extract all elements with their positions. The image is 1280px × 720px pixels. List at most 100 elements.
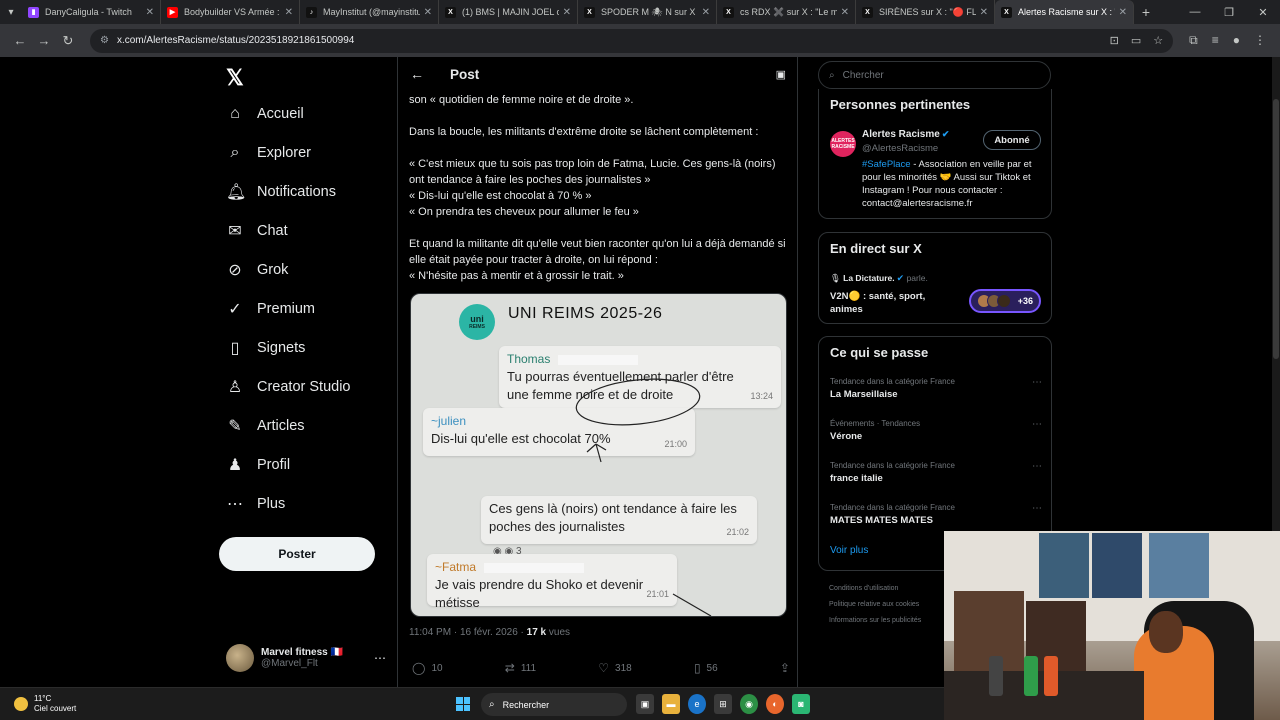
browser-tab[interactable]: ▶ Bodybuilder VS Armée : q ✕ bbox=[161, 0, 300, 24]
reload-icon[interactable]: ↻ bbox=[56, 33, 80, 49]
bookmark-button[interactable]: ▯ 56 bbox=[694, 661, 718, 675]
forward-icon[interactable]: → bbox=[32, 33, 56, 48]
media-icon[interactable]: ≡ bbox=[1212, 33, 1219, 48]
browser-tab-active[interactable]: X Alertes Racisme sur X : " ✕ bbox=[995, 0, 1134, 24]
profile-icon[interactable]: ● bbox=[1233, 33, 1240, 48]
tab-title: Alertes Racisme sur X : " bbox=[1018, 7, 1115, 17]
store-icon[interactable]: ⊞ bbox=[714, 694, 732, 714]
home-icon: ⌂ bbox=[230, 105, 240, 122]
x-logo-icon[interactable]: 𝕏 bbox=[226, 65, 244, 91]
address-bar[interactable]: ⚙ x.com/AlertesRacisme/status/2023518921… bbox=[90, 28, 1174, 53]
close-icon[interactable]: ✕ bbox=[563, 7, 571, 18]
app-icon[interactable]: ◙ bbox=[792, 694, 810, 714]
browser-tab[interactable]: ♪ MayInstitut (@mayinstitu ✕ bbox=[300, 0, 439, 24]
close-icon[interactable]: ✕ bbox=[1119, 7, 1127, 18]
trend-item[interactable]: Tendance dans la catégorie France MATES M… bbox=[830, 503, 1042, 526]
bookmark-icon: ▯ bbox=[230, 340, 240, 357]
nav-item-notifications[interactable]: 🔔︎ Notifications bbox=[226, 177, 336, 207]
firefox-icon[interactable]: ◐ bbox=[766, 694, 784, 714]
close-icon[interactable]: ✕ bbox=[146, 7, 154, 18]
back-arrow-icon[interactable]: ← bbox=[410, 66, 424, 82]
reply-button[interactable]: ◯ 10 bbox=[412, 661, 443, 675]
new-tab-icon[interactable]: + bbox=[1134, 0, 1158, 24]
post-image[interactable]: uni REIMS UNI REIMS 2025-26 Thomas Tu pou… bbox=[410, 293, 787, 617]
avatar[interactable]: ALERTES RACISME bbox=[830, 131, 856, 157]
account-switcher[interactable]: Marvel fitness 🇫🇷 @Marvel_Flt ⋯ bbox=[226, 641, 386, 675]
chrome-icon[interactable]: ◉ bbox=[740, 694, 758, 714]
close-icon[interactable]: ✕ bbox=[980, 7, 988, 18]
listeners-badge[interactable]: +36 bbox=[969, 289, 1041, 313]
site-info-icon[interactable]: ⚙ bbox=[100, 35, 109, 46]
nav-item-home[interactable]: ⌂ Accueil bbox=[226, 99, 304, 129]
windows-start-icon[interactable] bbox=[456, 697, 470, 711]
space-title[interactable]: V2N🟡 : santé, sport, animes bbox=[830, 290, 960, 316]
nav-item-premium[interactable]: ✓ Premium bbox=[226, 294, 315, 324]
nav-item-more[interactable]: ⋯ Plus bbox=[226, 489, 285, 519]
scrollbar-thumb[interactable] bbox=[1273, 99, 1279, 359]
following-button[interactable]: Abonné bbox=[983, 130, 1041, 150]
footer-link[interactable]: Politique relative aux cookies bbox=[829, 597, 959, 613]
trend-item[interactable]: Tendance dans la catégorie France La Mars… bbox=[830, 377, 1042, 400]
nav-item-bookmarks[interactable]: ▯ Signets bbox=[226, 333, 306, 363]
show-more-link[interactable]: Voir plus bbox=[830, 545, 868, 556]
back-icon[interactable]: ← bbox=[8, 33, 32, 48]
maximize-icon[interactable]: ❐ bbox=[1212, 0, 1246, 24]
tab-favicon: ♪ bbox=[306, 6, 317, 18]
task-view-icon[interactable]: ▣ bbox=[636, 694, 654, 714]
extensions-icon[interactable]: ⧉ bbox=[1189, 33, 1198, 48]
reader-mode-icon[interactable]: ▣ bbox=[776, 68, 786, 81]
trend-item[interactable]: Tendance dans la catégorie France france … bbox=[830, 461, 1042, 484]
bookmark-star-icon[interactable]: ☆ bbox=[1153, 34, 1163, 47]
more-icon[interactable]: ⋯ bbox=[1032, 503, 1042, 514]
close-icon[interactable]: ✕ bbox=[841, 7, 849, 18]
more-icon[interactable]: ⋯ bbox=[374, 651, 386, 665]
hashtag-link[interactable]: #SafePlace bbox=[862, 159, 911, 170]
more-icon[interactable]: ⋯ bbox=[1032, 419, 1042, 430]
edge-icon[interactable]: e bbox=[688, 694, 706, 714]
account-bio: #SafePlace - Association en veille par e… bbox=[862, 158, 1042, 210]
listener-avatars bbox=[977, 294, 1017, 308]
nav-item-articles[interactable]: ✎ Articles bbox=[226, 411, 304, 441]
repost-icon: ⇄ bbox=[504, 661, 515, 675]
live-card: En direct sur X 🎙︎ La Dictature. ✔ parle.… bbox=[818, 232, 1052, 324]
repost-button[interactable]: ⇄ 111 bbox=[505, 661, 536, 675]
browser-menu-icon[interactable]: ⋮ bbox=[1254, 33, 1266, 48]
close-icon[interactable]: ✕ bbox=[702, 7, 710, 18]
search-input[interactable]: ⌕ Chercher bbox=[818, 61, 1051, 89]
footer-link[interactable]: Conditions d'utilisation bbox=[829, 581, 959, 597]
browser-tab[interactable]: ▮ DanyCaligula - Twitch ✕ bbox=[22, 0, 161, 24]
premium-icon: ✓ bbox=[228, 301, 242, 318]
nav-item-creator-studio[interactable]: ♙ Creator Studio bbox=[226, 372, 351, 402]
file-explorer-icon[interactable]: ▬ bbox=[662, 694, 680, 714]
more-icon[interactable]: ⋯ bbox=[1032, 461, 1042, 472]
weather-condition: Ciel couvert bbox=[34, 704, 77, 713]
close-icon[interactable]: ✕ bbox=[424, 7, 432, 18]
nav-item-explore[interactable]: ⌕ Explorer bbox=[226, 138, 311, 168]
browser-tab[interactable]: X (1) BMS | MAJIN JOEL cr ✕ bbox=[439, 0, 578, 24]
nav-label: Accueil bbox=[257, 106, 304, 122]
nav-item-grok[interactable]: ⊘ Grok bbox=[226, 255, 288, 285]
like-button[interactable]: ♡ 318 bbox=[598, 661, 631, 675]
more-icon[interactable]: ⋯ bbox=[1032, 377, 1042, 388]
account-name[interactable]: Alertes Racisme ✔ bbox=[862, 129, 949, 140]
close-icon[interactable]: ✕ bbox=[285, 7, 293, 18]
nav-item-profile[interactable]: ♟ Profil bbox=[226, 450, 290, 480]
temperature: 11°C bbox=[34, 694, 52, 703]
search-icon: ⌕ bbox=[489, 699, 495, 710]
footer-link[interactable]: Informations sur les publicités bbox=[829, 613, 959, 629]
browser-tab[interactable]: X SIRÈNES sur X : "🔴 FLAS ✕ bbox=[856, 0, 995, 24]
close-window-icon[interactable]: ✕ bbox=[1246, 0, 1280, 24]
share-button[interactable]: ⇪ bbox=[780, 661, 790, 675]
trend-item[interactable]: Événements · Tendances Vérone ⋯ bbox=[830, 419, 1042, 442]
minimize-icon[interactable]: — bbox=[1178, 0, 1212, 24]
taskbar-search[interactable]: ⌕ Rechercher bbox=[481, 693, 627, 716]
cast-icon[interactable]: ▭ bbox=[1131, 34, 1141, 47]
install-app-icon[interactable]: ⊡ bbox=[1110, 34, 1119, 47]
post-button[interactable]: Poster bbox=[219, 537, 375, 571]
weather-widget[interactable]: 11°C Ciel couvert bbox=[14, 694, 76, 714]
browser-tab[interactable]: X SPODER M 🕷 N sur X : "A ✕ bbox=[578, 0, 717, 24]
bottle bbox=[1044, 656, 1058, 696]
tab-search-icon[interactable]: ▾ bbox=[0, 0, 22, 24]
browser-tab[interactable]: Xcs RDX ✖️ sur X : "Le me ✕ bbox=[717, 0, 856, 24]
nav-item-chat[interactable]: ✉ Chat bbox=[226, 216, 287, 246]
